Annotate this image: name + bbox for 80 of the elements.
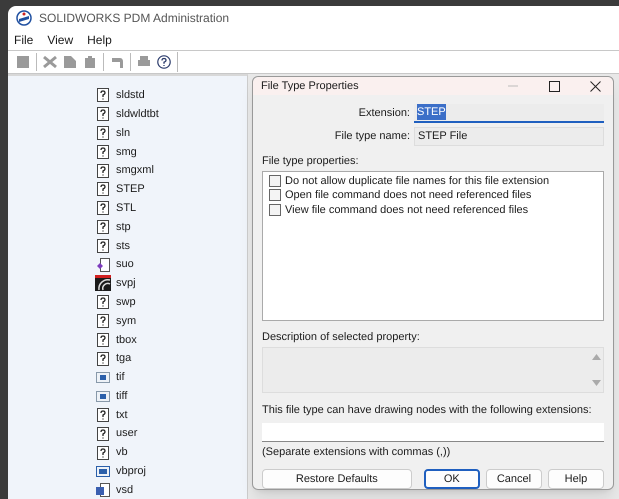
tree-item[interactable]: tif (116, 369, 125, 386)
scroll-down-icon[interactable] (592, 380, 600, 386)
cut-icon[interactable] (43, 55, 57, 69)
unknown-file-icon (97, 295, 109, 310)
help-icon[interactable] (157, 55, 171, 69)
vb-file-icon (96, 466, 110, 477)
menu-item[interactable]: Help (87, 31, 112, 49)
tree-item[interactable]: smg (116, 144, 137, 160)
paste-icon[interactable] (83, 55, 97, 69)
print-icon[interactable] (137, 55, 151, 69)
app-logo-icon (16, 10, 32, 26)
checkbox-label: Open file command does not need referenced files (285, 188, 532, 203)
maximize-icon[interactable] (549, 80, 560, 92)
checkbox[interactable] (269, 204, 281, 216)
unknown-file-icon (97, 352, 109, 366)
scroll-up-icon[interactable] (592, 354, 600, 360)
checkbox[interactable] (269, 189, 281, 202)
checkbox-label: Do not allow duplicate file names for this file extension (285, 174, 550, 188)
checkbox[interactable] (269, 174, 281, 187)
tree-item[interactable]: vbproj (116, 463, 146, 480)
stop-icon[interactable] (16, 55, 30, 69)
file-type-name-field[interactable]: STEP File (414, 126, 604, 146)
tree-item[interactable]: sln (116, 124, 130, 142)
tree-item[interactable]: sym (116, 312, 136, 330)
unknown-file-icon (97, 314, 109, 328)
unknown-file-icon (97, 426, 109, 441)
tree-item[interactable]: stp (116, 218, 131, 236)
unknown-file-icon (97, 164, 109, 178)
unknown-file-icon (97, 144, 109, 159)
close-icon[interactable] (590, 80, 601, 92)
unknown-file-icon (97, 446, 109, 460)
dialog-button[interactable]: OK (424, 469, 480, 489)
visio-file-icon (96, 483, 110, 498)
unknown-file-icon (97, 408, 109, 422)
window-title: SOLIDWORKS PDM Administration (39, 10, 230, 27)
menu-item[interactable]: View (47, 31, 74, 49)
section-label: File type properties: (262, 154, 359, 169)
dialog-title: File Type Properties (261, 78, 360, 94)
tree-item[interactable]: sts (116, 238, 130, 254)
solution-file-icon (96, 258, 110, 272)
section-label: Description of selected property: (262, 330, 420, 344)
tree-item[interactable]: STEP (116, 181, 145, 198)
unknown-file-icon (97, 201, 109, 216)
tree-item[interactable]: vsd (116, 482, 134, 498)
field-label: File type name: (334, 128, 410, 144)
hint-text: (Separate extensions with commas (,)) (262, 444, 450, 460)
tree-item[interactable]: tbox (116, 332, 137, 348)
undo-icon[interactable] (110, 55, 124, 69)
unknown-file-icon (97, 88, 109, 102)
tree-item[interactable]: STL (116, 200, 136, 216)
tree-item[interactable]: tga (116, 350, 132, 367)
menu-item[interactable]: File (14, 31, 34, 49)
unknown-file-icon (97, 220, 109, 234)
tree-item[interactable]: sldwldtbt (116, 106, 159, 122)
tree-item[interactable]: txt (116, 406, 128, 424)
dialog-button[interactable]: Cancel (486, 469, 542, 489)
project-file-icon (95, 275, 111, 292)
tree-item[interactable]: smgxml (116, 162, 154, 179)
unknown-file-icon (97, 332, 109, 347)
tree-item[interactable]: svpj (116, 275, 136, 292)
unknown-file-icon (97, 238, 109, 253)
tree-item[interactable]: sldstd (116, 87, 145, 104)
tree-item[interactable]: suo (116, 256, 134, 273)
copy-icon[interactable] (63, 55, 77, 69)
extension-field[interactable]: STEP (414, 104, 604, 122)
unknown-file-icon (97, 107, 109, 122)
tree-item[interactable]: user (116, 425, 138, 442)
checkbox-label: View file command does not need referenced files (285, 202, 528, 218)
tree-item[interactable]: swp (116, 294, 136, 310)
dialog-button[interactable]: Help (548, 469, 604, 489)
section-label: This file type can have drawing nodes with the following extensions: (262, 403, 592, 418)
unknown-file-icon (97, 126, 109, 140)
image-file-icon (96, 372, 110, 383)
unknown-file-icon (97, 182, 109, 196)
tree-item[interactable]: tiff (116, 388, 128, 404)
tree-item[interactable]: vb (116, 444, 128, 461)
image-file-icon (96, 390, 110, 402)
field-label: Extension: (358, 106, 410, 121)
dialog-button[interactable]: Restore Defaults (262, 469, 412, 489)
drawing-extensions-field[interactable] (262, 422, 604, 442)
